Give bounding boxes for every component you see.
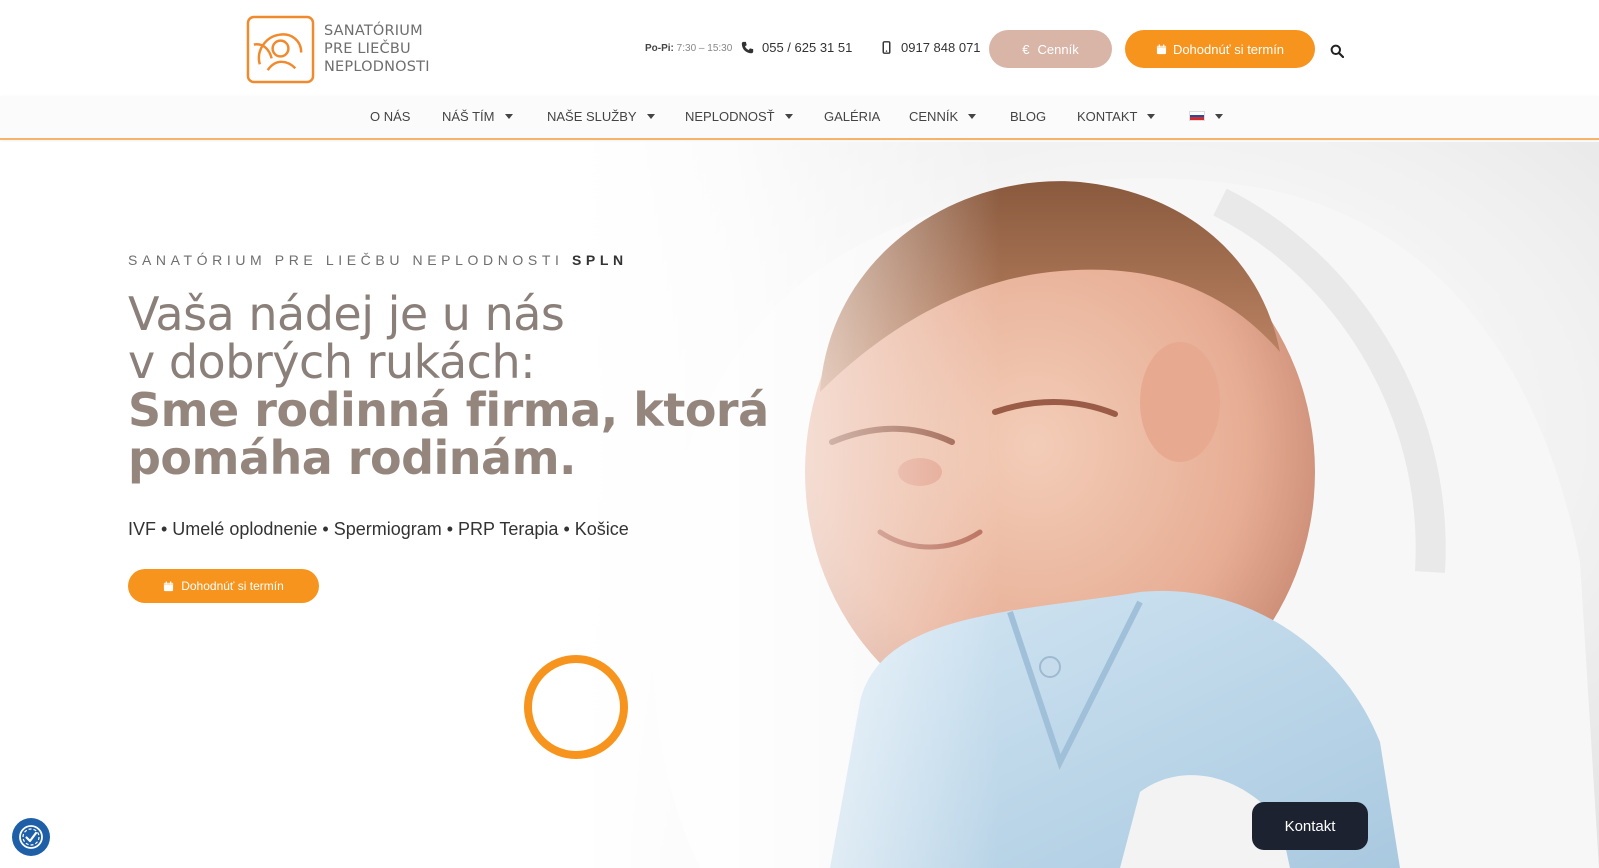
euro-icon: € xyxy=(1022,41,1030,57)
logo-mark-icon xyxy=(246,15,315,83)
hero-heading-line-1: Vaša nádej je u nás xyxy=(128,287,565,341)
nav-item-label: O NÁS xyxy=(370,109,411,124)
nav-item-galeria[interactable]: GALÉRIA xyxy=(824,109,880,124)
hours-label: Po-Pi: xyxy=(645,43,674,54)
nav-item-label: CENNÍK xyxy=(909,109,959,124)
nav-item-nase-sluzby[interactable]: NAŠE SLUŽBY xyxy=(547,109,655,124)
mobile-phone-icon xyxy=(882,41,891,54)
nav-item-nas-tim[interactable]: NÁŠ TÍM xyxy=(442,109,513,124)
search-icon[interactable] xyxy=(1330,44,1344,58)
nav-item-cennik[interactable]: CENNÍK xyxy=(909,109,977,124)
book-appointment-label: Dohodnúť si termín xyxy=(1172,41,1285,57)
nav-item-label: NAŠE SLUŽBY xyxy=(547,109,637,124)
nav-item-kontakt[interactable]: KONTAKT xyxy=(1077,109,1156,124)
nav-item-label: BLOG xyxy=(1010,109,1047,124)
calendar-icon xyxy=(1156,43,1167,54)
main-navigation: O NÁS NÁŠ TÍM NAŠE SLUŽBY NEPLODNOSŤ GAL… xyxy=(0,96,1599,140)
nav-item-o-nas[interactable]: O NÁS xyxy=(370,109,410,124)
caret-down-icon xyxy=(1147,114,1156,119)
logo-wordmark: SANATÓRIUM PRE LIEČBU NEPLODNOSTI xyxy=(324,22,430,76)
pricing-button-label: Cenník xyxy=(1037,41,1079,57)
page: SANATÓRIUM PRE LIEČBU NEPLODNOSTI Po-Pi:… xyxy=(0,0,1599,868)
hours-value: 7:30 – 15:30 xyxy=(676,43,733,54)
accessibility-icon xyxy=(19,825,43,849)
hero-services: IVF • Umelé oplodnenie • Spermiogram • P… xyxy=(128,519,629,539)
decorative-orange-ring xyxy=(524,655,628,759)
caret-down-icon xyxy=(968,114,977,119)
hero-kicker: SANATÓRIUM PRE LIEČBU NEPLODNOSTI SPLN xyxy=(128,252,628,268)
hero-heading-line-2: v dobrých rukách: xyxy=(128,335,536,389)
hero-heading-line-4: pomáha rodinám. xyxy=(128,431,577,485)
mobile-phone-link[interactable]: 0917 848 071 xyxy=(880,40,981,55)
site-logo[interactable]: SANATÓRIUM PRE LIEČBU NEPLODNOSTI xyxy=(246,14,436,84)
caret-down-icon xyxy=(646,114,655,119)
nav-item-label: KONTAKT xyxy=(1077,109,1138,124)
hero-book-button[interactable]: Dohodnúť si termín xyxy=(128,569,319,603)
language-switcher[interactable] xyxy=(1189,111,1223,121)
mobile-number: 0917 848 071 xyxy=(901,40,981,55)
caret-down-icon xyxy=(504,114,513,119)
top-header: SANATÓRIUM PRE LIEČBU NEPLODNOSTI Po-Pi:… xyxy=(0,0,1599,96)
landline-phone-link[interactable]: 055 / 625 31 51 xyxy=(741,40,852,55)
slovak-flag-icon xyxy=(1189,111,1205,121)
image-fade-overlay xyxy=(580,142,1000,868)
calendar-icon xyxy=(164,580,174,591)
hero-section: SANATÓRIUM PRE LIEČBU NEPLODNOSTI SPLN V… xyxy=(0,142,1599,868)
nav-item-blog[interactable]: BLOG xyxy=(1010,109,1046,124)
nav-item-neplodnost[interactable]: NEPLODNOSŤ xyxy=(685,109,793,124)
opening-hours: Po-Pi: 7:30 – 15:30 xyxy=(645,43,732,54)
hero-heading-line-3: Sme rodinná firma, ktorá xyxy=(128,383,769,437)
book-appointment-button[interactable]: Dohodnúť si termín xyxy=(1125,30,1315,68)
caret-down-icon xyxy=(1215,113,1223,119)
pricing-button[interactable]: € Cenník xyxy=(989,30,1112,68)
nav-item-label: GALÉRIA xyxy=(824,109,881,124)
hero-heading: Vaša nádej je u nás v dobrých rukách: Sm… xyxy=(128,287,769,485)
hero-book-label: Dohodnúť si termín xyxy=(181,579,284,593)
logo-line-1: SANATÓRIUM xyxy=(324,23,423,39)
contact-widget-button[interactable]: Kontakt xyxy=(1252,802,1368,850)
accessibility-button[interactable] xyxy=(12,818,50,856)
phone-icon xyxy=(741,41,754,54)
caret-down-icon xyxy=(784,114,793,119)
landline-number: 055 / 625 31 51 xyxy=(762,40,853,55)
logo-line-3: NEPLODNOSTI xyxy=(324,59,430,75)
nav-item-label: NEPLODNOSŤ xyxy=(685,109,775,124)
nav-item-label: NÁŠ TÍM xyxy=(442,109,495,124)
hero-kicker-text: SANATÓRIUM PRE LIEČBU NEPLODNOSTI xyxy=(128,252,564,268)
hero-kicker-bold: SPLN xyxy=(571,252,628,268)
logo-line-2: PRE LIEČBU xyxy=(324,41,411,57)
